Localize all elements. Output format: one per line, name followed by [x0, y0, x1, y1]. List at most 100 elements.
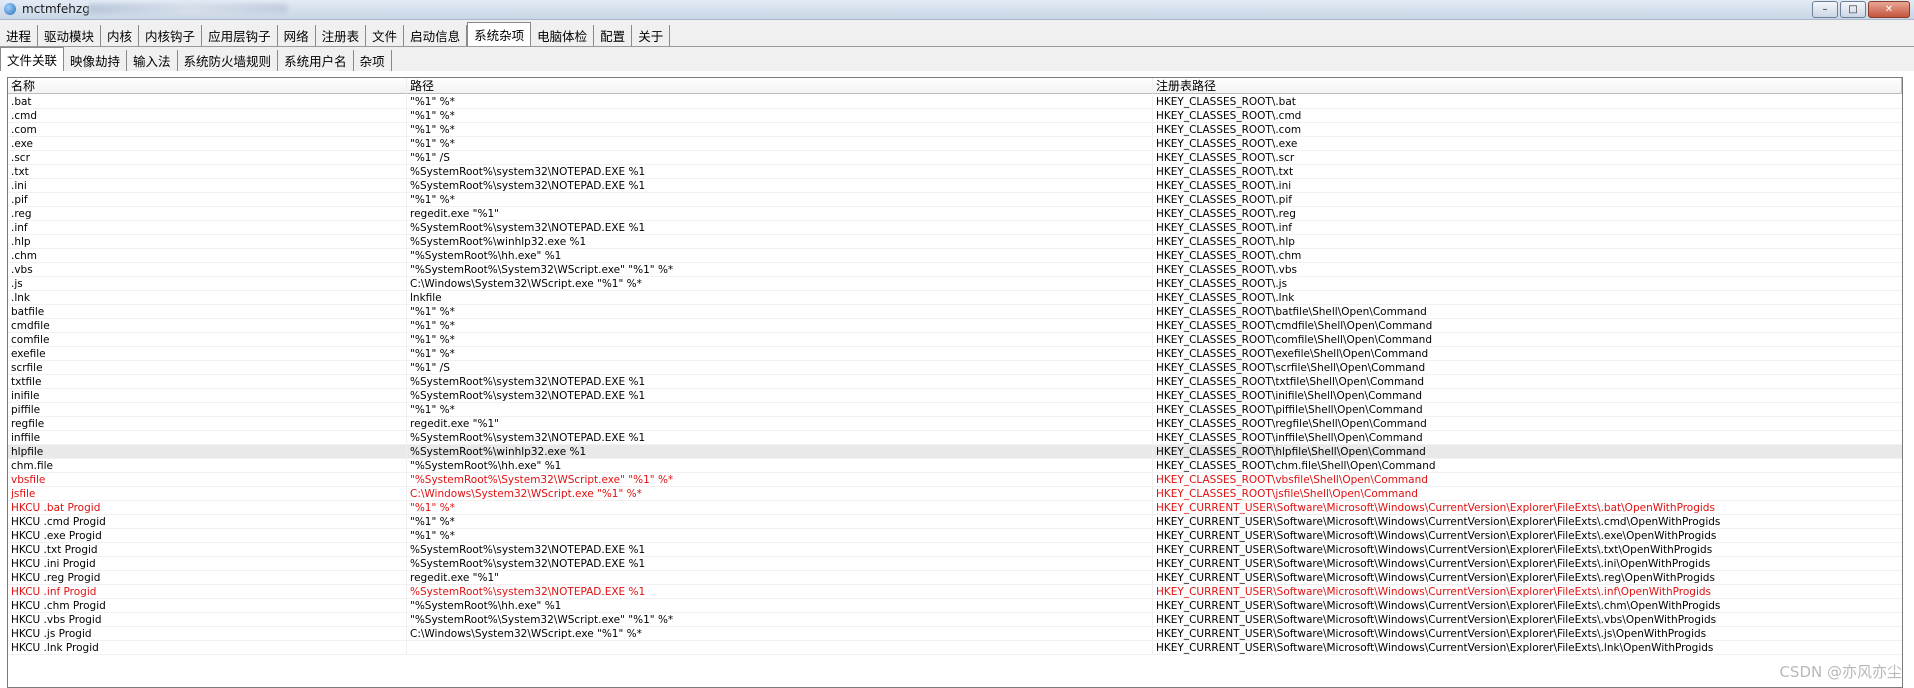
cell-registry-path: HKEY_CLASSES_ROOT\.ini [1156, 180, 1292, 192]
tab-main-10[interactable]: 电脑体检 [531, 25, 595, 46]
list-header: 名称 路径 注册表路径 [8, 78, 1902, 95]
cell-path: %SystemRoot%\system32\NOTEPAD.EXE %1 [407, 165, 1153, 178]
table-row[interactable]: txtfile %SystemRoot%\system32\NOTEPAD.EXE… [8, 375, 1902, 389]
tab-sub-0[interactable]: 文件关联 [0, 47, 65, 71]
table-row[interactable]: HKCU .bat Progid "%1" %* HKEY_CURRENT_USER… [8, 501, 1902, 515]
table-row[interactable]: .chm "%SystemRoot%\hh.exe" %1 HKEY_CLASSES… [8, 249, 1902, 263]
cell-path: %SystemRoot%\system32\NOTEPAD.EXE %1 [407, 179, 1153, 192]
table-row[interactable]: .pif "%1" %* HKEY_CLASSES_ROOT\.pif [8, 193, 1902, 207]
table-row[interactable]: vbsfile "%SystemRoot%\System32\WScript.ex… [8, 473, 1902, 487]
cell-name: .bat [8, 95, 407, 108]
tab-main-11[interactable]: 配置 [594, 25, 633, 46]
tab-main-3[interactable]: 内核钩子 [139, 25, 203, 46]
table-row[interactable]: HKCU .ini Progid %SystemRoot%\system32\NO… [8, 557, 1902, 571]
cell-registry-path: HKEY_CLASSES_ROOT\.inf [1156, 222, 1292, 234]
tab-main-5[interactable]: 网络 [278, 25, 316, 46]
cell-registry-path: HKEY_CURRENT_USER\Software\Microsoft\Win… [1156, 558, 1711, 570]
column-header-name[interactable]: 名称 [8, 78, 407, 94]
table-row[interactable]: .ini %SystemRoot%\system32\NOTEPAD.EXE %1… [8, 179, 1902, 193]
close-icon[interactable]: ✕ [1868, 1, 1910, 18]
column-header-path[interactable]: 路径 [407, 78, 1153, 94]
tab-sub-3[interactable]: 系统防火墙规则 [178, 50, 279, 71]
tab-main-8[interactable]: 启动信息 [404, 25, 468, 46]
cell-name: comfile [8, 333, 407, 346]
table-row[interactable]: HKCU .vbs Progid "%SystemRoot%\System32\W… [8, 613, 1902, 627]
table-row[interactable]: .txt %SystemRoot%\system32\NOTEPAD.EXE %1… [8, 165, 1902, 179]
minimize-icon[interactable]: – [1812, 1, 1838, 18]
table-row[interactable]: piffile "%1" %* HKEY_CLASSES_ROOT\piffile\… [8, 403, 1902, 417]
tab-main-9[interactable]: 系统杂项 [467, 22, 532, 46]
cell-path: %SystemRoot%\system32\NOTEPAD.EXE %1 [407, 543, 1153, 556]
cell-name: HKCU .exe Progid [8, 529, 407, 542]
table-row[interactable]: HKCU .chm Progid "%SystemRoot%\hh.exe" %1… [8, 599, 1902, 613]
table-row[interactable]: .scr "%1" /S HKEY_CLASSES_ROOT\.scr [8, 151, 1902, 165]
main-tab-bar: 进程 驱动模块 内核 内核钩子 应用层钩子 网络 注册表 文件 启动信息 系统杂项 电脑体检 配置 关于 [0, 20, 1914, 47]
table-row[interactable]: inffile %SystemRoot%\system32\NOTEPAD.EXE… [8, 431, 1902, 445]
file-association-list[interactable]: 名称 路径 注册表路径 .bat "%1" %* HKEY_CLASSES_ROOT… [7, 77, 1903, 688]
table-row[interactable]: batfile "%1" %* HKEY_CLASSES_ROOT\batfile\… [8, 305, 1902, 319]
table-row[interactable]: regfile regedit.exe "%1" HKEY_CLASSES_ROOT… [8, 417, 1902, 431]
column-header-registry-path[interactable]: 注册表路径 [1153, 78, 1902, 94]
tab-main-12[interactable]: 关于 [632, 25, 671, 46]
cell-registry-path: HKEY_CLASSES_ROOT\batfile\Shell\Open\Com… [1156, 306, 1427, 318]
table-row[interactable]: .exe "%1" %* HKEY_CLASSES_ROOT\.exe [8, 137, 1902, 151]
cell-registry-path: HKEY_CLASSES_ROOT\comfile\Shell\Open\Com… [1156, 334, 1432, 346]
cell-registry-path: HKEY_CURRENT_USER\Software\Microsoft\Win… [1156, 544, 1713, 556]
table-row[interactable]: .lnk lnkfile HKEY_CLASSES_ROOT\.lnk [8, 291, 1902, 305]
table-row[interactable]: HKCU .lnk Progid HKEY_CURRENT_USER\Softwa… [8, 641, 1902, 655]
tab-main-0[interactable]: 进程 [0, 25, 39, 46]
tab-main-1[interactable]: 驱动模块 [38, 25, 102, 46]
cell-path: "%1" %* [407, 193, 1153, 206]
table-row[interactable]: scrfile "%1" /S HKEY_CLASSES_ROOT\scrfile\… [8, 361, 1902, 375]
title-bar: mctmfehzg – □ ✕ [0, 0, 1914, 20]
cell-name: .com [8, 123, 407, 136]
table-row[interactable]: .com "%1" %* HKEY_CLASSES_ROOT\.com [8, 123, 1902, 137]
table-row[interactable]: .cmd "%1" %* HKEY_CLASSES_ROOT\.cmd [8, 109, 1902, 123]
table-row[interactable]: exefile "%1" %* HKEY_CLASSES_ROOT\exefile\… [8, 347, 1902, 361]
table-row[interactable]: hlpfile %SystemRoot%\winhlp32.exe %1 HKEY_… [8, 445, 1902, 459]
tab-main-2[interactable]: 内核 [101, 25, 140, 46]
table-row[interactable]: HKCU .exe Progid "%1" %* HKEY_CURRENT_USER… [8, 529, 1902, 543]
tab-main-7[interactable]: 文件 [366, 25, 405, 46]
cell-path: "%SystemRoot%\hh.exe" %1 [407, 249, 1153, 262]
tab-sub-5[interactable]: 杂项 [354, 50, 392, 71]
cell-name: .js [8, 277, 407, 290]
tab-sub-2[interactable]: 输入法 [127, 50, 178, 71]
table-row[interactable]: comfile "%1" %* HKEY_CLASSES_ROOT\comfile\… [8, 333, 1902, 347]
cell-path: "%1" %* [407, 333, 1153, 346]
tab-main-4[interactable]: 应用层钩子 [202, 25, 278, 46]
cell-name: .vbs [8, 263, 407, 276]
table-row[interactable]: HKCU .txt Progid %SystemRoot%\system32\NO… [8, 543, 1902, 557]
table-row[interactable]: HKCU .inf Progid %SystemRoot%\system32\NO… [8, 585, 1902, 599]
cell-path [407, 641, 1153, 654]
maximize-icon[interactable]: □ [1840, 1, 1866, 18]
table-row[interactable]: HKCU .cmd Progid "%1" %* HKEY_CURRENT_USER… [8, 515, 1902, 529]
tab-sub-1[interactable]: 映像劫持 [64, 50, 128, 71]
cell-registry-path: HKEY_CURRENT_USER\Software\Microsoft\Win… [1156, 572, 1715, 584]
table-row[interactable]: .hlp %SystemRoot%\winhlp32.exe %1 HKEY_CLA… [8, 235, 1902, 249]
cell-path: "%SystemRoot%\System32\WScript.exe" "%1"… [407, 613, 1153, 626]
table-row[interactable]: .bat "%1" %* HKEY_CLASSES_ROOT\.bat [8, 95, 1902, 109]
table-row[interactable]: .js C:\Windows\System32\WScript.exe "%1" … [8, 277, 1902, 291]
cell-registry-path: HKEY_CLASSES_ROOT\regfile\Shell\Open\Com… [1156, 418, 1427, 430]
cell-name: .inf [8, 221, 407, 234]
cell-name: batfile [8, 305, 407, 318]
cell-name: HKCU .vbs Progid [8, 613, 407, 626]
table-row[interactable]: HKCU .reg Progid regedit.exe "%1" HKEY_CUR… [8, 571, 1902, 585]
cell-path: %SystemRoot%\system32\NOTEPAD.EXE %1 [407, 221, 1153, 234]
table-row[interactable]: .reg regedit.exe "%1" HKEY_CLASSES_ROOT\.r… [8, 207, 1902, 221]
tab-sub-4[interactable]: 系统用户名 [278, 50, 354, 71]
table-row[interactable]: .vbs "%SystemRoot%\System32\WScript.exe" … [8, 263, 1902, 277]
cell-registry-path: HKEY_CLASSES_ROOT\.bat [1156, 96, 1296, 108]
table-row[interactable]: HKCU .js Progid C:\Windows\System32\WScri… [8, 627, 1902, 641]
window-title: mctmfehzg [22, 2, 90, 16]
tab-main-6[interactable]: 注册表 [316, 25, 367, 46]
cell-path: C:\Windows\System32\WScript.exe "%1" %* [407, 627, 1153, 640]
table-row[interactable]: inifile %SystemRoot%\system32\NOTEPAD.EXE… [8, 389, 1902, 403]
table-row[interactable]: .inf %SystemRoot%\system32\NOTEPAD.EXE %1… [8, 221, 1902, 235]
table-row[interactable]: cmdfile "%1" %* HKEY_CLASSES_ROOT\cmdfile\… [8, 319, 1902, 333]
cell-name: .pif [8, 193, 407, 206]
table-row[interactable]: chm.file "%SystemRoot%\hh.exe" %1 HKEY_CLA… [8, 459, 1902, 473]
cell-name: inffile [8, 431, 407, 444]
table-row[interactable]: jsfile C:\Windows\System32\WScript.exe "%… [8, 487, 1902, 501]
